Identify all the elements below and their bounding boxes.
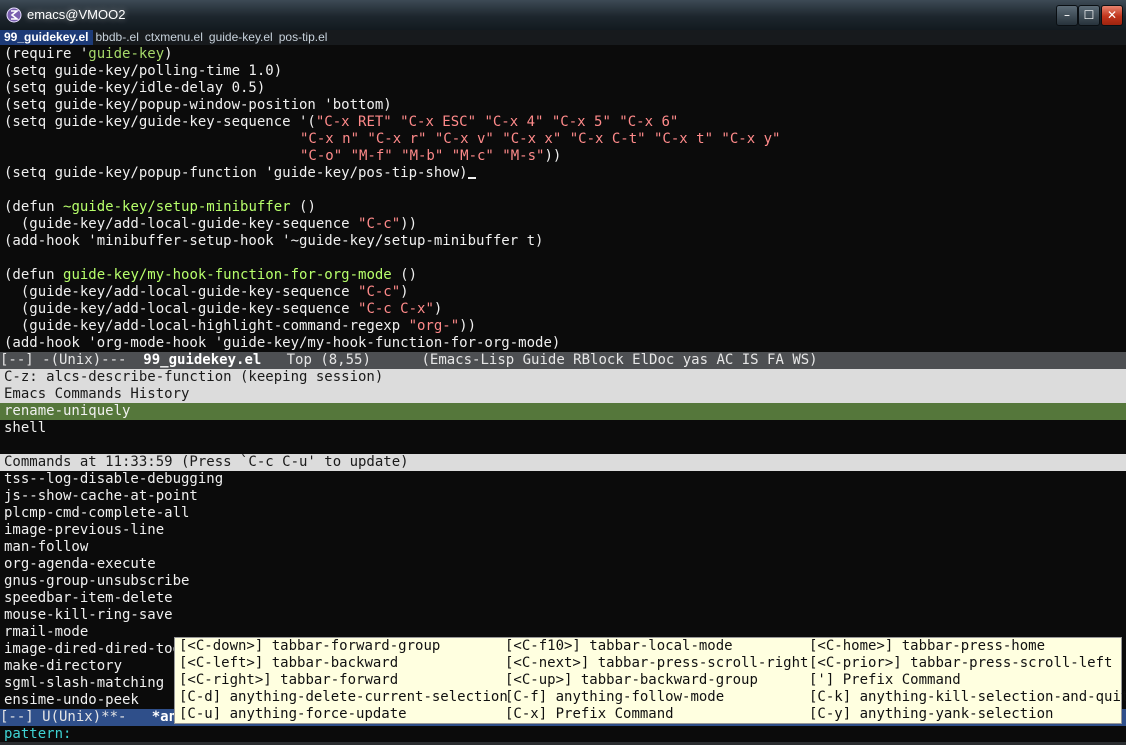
popup-entry: [<C-prior>] tabbar-press-scroll-left bbox=[809, 655, 1113, 671]
window-title: emacs@VMOO2 bbox=[27, 7, 126, 22]
code-line: (add-hook 'org-mode-hook 'guide-key/my-h… bbox=[4, 335, 561, 351]
command-item[interactable]: make-directory bbox=[4, 658, 122, 675]
minimize-button[interactable]: – bbox=[1056, 5, 1078, 26]
popup-entry: [<C-home>] tabbar-press-home bbox=[809, 638, 1046, 654]
code-line: (guide-key/add-local-guide-key-sequence … bbox=[4, 301, 443, 317]
code-line: (require 'guide-key) bbox=[4, 46, 173, 62]
guide-key-popup: [<C-down>] tabbar-forward-group [<C-f10>… bbox=[174, 637, 1126, 724]
command-item[interactable]: image-previous-line bbox=[4, 522, 164, 539]
anything-source-title: Commands at 11:33:59 (Press `C-c C-u' to… bbox=[0, 454, 1126, 471]
popup-entry: [<C-next>] tabbar-press-scroll-right bbox=[505, 655, 809, 671]
command-item[interactable]: plcmp-cmd-complete-all bbox=[4, 505, 189, 522]
buffer-name: 99_guidekey.el bbox=[143, 352, 262, 368]
code-line: (guide-key/add-local-guide-key-sequence … bbox=[4, 216, 418, 232]
command-item[interactable]: image-dired-dired-tog bbox=[4, 641, 181, 658]
tab-bbdb[interactable]: bbdb-.el bbox=[93, 30, 142, 45]
popup-entry: [<C-left>] tabbar-backward bbox=[179, 655, 399, 671]
popup-entry: [C-y] anything-yank-selection bbox=[809, 706, 1054, 722]
command-item[interactable]: gnus-group-unsubscribe bbox=[4, 573, 189, 590]
command-item[interactable]: rmail-mode bbox=[4, 624, 88, 641]
command-item[interactable]: ensime-undo-peek bbox=[4, 692, 139, 709]
code-line: (guide-key/add-local-highlight-command-r… bbox=[4, 318, 477, 334]
code-line: (guide-key/add-local-guide-key-sequence … bbox=[4, 284, 409, 300]
code-line: (setq guide-key/idle-delay 0.5) bbox=[4, 80, 266, 96]
code-line: (setq guide-key/polling-time 1.0) bbox=[4, 63, 283, 79]
tab-guide-key[interactable]: guide-key.el bbox=[206, 30, 276, 45]
candidate-selected[interactable]: rename-uniquely bbox=[0, 403, 1126, 420]
code-line: "C-x n" "C-x r" "C-x v" "C-x x" "C-x C-t… bbox=[300, 131, 781, 147]
code-line: (add-hook 'minibuffer-setup-hook '~guide… bbox=[4, 233, 544, 249]
popup-entry: [<C-right>] tabbar-forward bbox=[179, 672, 399, 688]
command-item[interactable]: js--show-cache-at-point bbox=[4, 488, 198, 505]
popup-entry: [C-k] anything-kill-selection-and-quit bbox=[809, 689, 1126, 705]
command-item[interactable]: tss--log-disable-debugging bbox=[4, 471, 223, 488]
code-line: (setq guide-key/popup-function 'guide-ke… bbox=[4, 165, 476, 182]
popup-entry: [<C-up>] tabbar-backward-group bbox=[505, 672, 758, 688]
command-item[interactable]: speedbar-item-delete bbox=[4, 590, 173, 607]
code-line: (defun ~guide-key/setup-minibuffer () bbox=[4, 199, 316, 215]
command-item[interactable]: mouse-kill-ring-save bbox=[4, 607, 173, 624]
emacs-app-icon bbox=[6, 7, 22, 23]
mode-line-top: [--] -(Unix)--- 99_guidekey.el Top (8,55… bbox=[0, 352, 1126, 369]
command-item[interactable]: org-agenda-execute bbox=[4, 556, 156, 573]
minibuffer-prompt[interactable]: pattern: bbox=[4, 726, 71, 743]
candidate-item[interactable]: shell bbox=[4, 420, 46, 437]
code-line: "C-o" "M-f" "M-b" "M-c" "M-s")) bbox=[300, 148, 562, 164]
popup-entry: [<C-down>] tabbar-forward-group bbox=[179, 638, 441, 654]
maximize-button[interactable]: ☐ bbox=[1078, 5, 1100, 26]
close-button[interactable]: ✕ bbox=[1101, 5, 1123, 26]
code-line: (defun guide-key/my-hook-function-for-or… bbox=[4, 267, 418, 283]
code-line: (setq guide-key/popup-window-position 'b… bbox=[4, 97, 392, 113]
popup-entry: [C-u] anything-force-update bbox=[179, 706, 407, 722]
tab-ctxmenu[interactable]: ctxmenu.el bbox=[142, 30, 206, 45]
command-item[interactable]: man-follow bbox=[4, 539, 88, 556]
code-line: (setq guide-key/guide-key-sequence '("C-… bbox=[4, 114, 679, 130]
popup-entry: [C-d] anything-delete-current-selection bbox=[179, 689, 508, 705]
tab-99-guidekey[interactable]: 99_guidekey.el bbox=[0, 30, 93, 45]
popup-entry: ['] Prefix Command bbox=[809, 672, 961, 688]
text-cursor bbox=[467, 177, 476, 179]
tabbar: 99_guidekey.el bbdb-.el ctxmenu.el guide-ke… bbox=[0, 30, 1126, 45]
popup-entry: [C-x] Prefix Command bbox=[505, 706, 674, 722]
anything-source-title: Emacs Commands History bbox=[0, 386, 1126, 403]
window-titlebar: emacs@VMOO2 – ☐ ✕ bbox=[0, 0, 1126, 31]
popup-entry: [C-f] anything-follow-mode bbox=[505, 689, 725, 705]
command-item[interactable]: sgml-slash-matching bbox=[4, 675, 164, 692]
anything-header: C-z: alcs-describe-function (keeping ses… bbox=[0, 369, 1126, 386]
tab-pos-tip[interactable]: pos-tip.el bbox=[276, 30, 331, 45]
popup-entry: [<C-f10>] tabbar-local-mode bbox=[505, 638, 733, 654]
